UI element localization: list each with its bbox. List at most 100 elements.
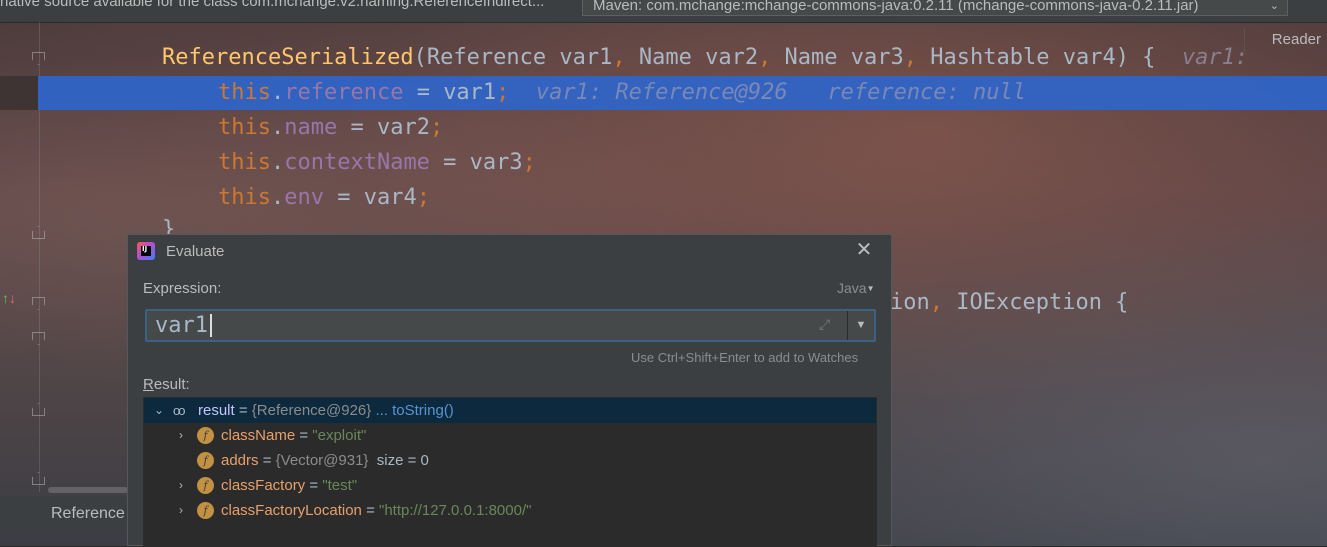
param: Name var3 bbox=[771, 45, 904, 70]
var-name: addrs bbox=[221, 452, 259, 469]
comma: , bbox=[758, 45, 772, 70]
chevron-right-icon[interactable]: › bbox=[174, 498, 188, 523]
tree-row[interactable]: › f classFactory = "test" bbox=[144, 473, 876, 498]
tree-row-content: addrs = {Vector@931} size = 0 bbox=[221, 448, 429, 473]
code-line-env: this.env = var4; bbox=[218, 185, 430, 210]
fold-icon[interactable] bbox=[32, 226, 45, 239]
result-label: Result: bbox=[143, 376, 190, 393]
object-ref: {Reference@926} bbox=[251, 402, 372, 419]
var-name: classFactory bbox=[221, 477, 306, 494]
evaluate-dialog: IJ Evaluate ✕ Expression: Java▼ ⤢ ▼ Use … bbox=[127, 234, 892, 547]
source-jar-select-value: Maven: com.mchange:mchange-commons-java:… bbox=[593, 0, 1199, 14]
fold-icon[interactable] bbox=[32, 52, 45, 65]
dialog-title-bar[interactable]: IJ Evaluate ✕ bbox=[128, 235, 891, 269]
code-line-constructor: ReferenceSerialized(Reference var1, Name… bbox=[162, 45, 1248, 70]
var-name: className bbox=[221, 427, 296, 444]
equals: = bbox=[361, 502, 380, 519]
inline-debug-hint: var1: bbox=[1181, 45, 1249, 70]
reader-mode-toggle[interactable]: Reader bbox=[1244, 28, 1327, 52]
field-name: env bbox=[284, 185, 324, 210]
string-value: "http://127.0.0.1:8000/" bbox=[379, 502, 532, 519]
object-ref: {Vector@931} bbox=[275, 452, 369, 469]
code-line-reference: this.reference = var1; var1: Reference@9… bbox=[218, 80, 1026, 105]
tree-row[interactable]: › f className = "exploit" bbox=[144, 423, 876, 448]
tree-row-result[interactable]: ⌄ oo result = {Reference@926} ... toStri… bbox=[144, 398, 876, 423]
expand-icon[interactable]: ⤢ bbox=[819, 317, 833, 331]
method-name: ReferenceSerialized bbox=[162, 45, 414, 70]
string-value: "test" bbox=[322, 477, 358, 494]
field-icon: f bbox=[197, 502, 214, 519]
semicolon: ; bbox=[496, 80, 510, 105]
fold-icon[interactable] bbox=[32, 332, 45, 345]
close-button[interactable]: ✕ bbox=[854, 240, 874, 260]
fold-icon[interactable] bbox=[32, 472, 45, 485]
expression-label: Expression: bbox=[143, 280, 222, 297]
code-line-name: this.name = var2; bbox=[218, 115, 443, 140]
param: Reference var1 bbox=[426, 45, 613, 70]
assignment: = var4 bbox=[323, 185, 417, 210]
var-name: classFactoryLocation bbox=[221, 502, 362, 519]
semicolon: ; bbox=[429, 115, 444, 140]
this-keyword: this bbox=[218, 80, 271, 105]
field-icon: f bbox=[197, 427, 214, 444]
comma: , bbox=[929, 290, 943, 315]
bottom-tab-reference[interactable]: Reference bbox=[0, 496, 128, 532]
chevron-right-icon[interactable]: › bbox=[174, 423, 188, 448]
semicolon: ; bbox=[522, 150, 536, 175]
code-line-context-name: this.contextName = var3; bbox=[218, 150, 536, 175]
this-keyword: this bbox=[218, 185, 271, 210]
equals: = bbox=[234, 402, 252, 419]
watch-glasses-icon: oo bbox=[173, 403, 186, 418]
tree-row-content: classFactoryLocation = "http://127.0.0.1… bbox=[221, 498, 531, 523]
var-name: result bbox=[198, 402, 235, 419]
param: Name var2 bbox=[625, 45, 759, 70]
result-tree[interactable]: ⌄ oo result = {Reference@926} ... toStri… bbox=[143, 397, 877, 547]
field-name: reference bbox=[284, 80, 404, 105]
assignment: = var1 bbox=[403, 80, 497, 105]
language-select[interactable]: Java▼ bbox=[837, 280, 875, 296]
semicolon: ; bbox=[416, 185, 430, 210]
comma: , bbox=[903, 45, 918, 70]
this-keyword: this bbox=[218, 115, 271, 140]
source-jar-select[interactable]: Maven: com.mchange:mchange-commons-java:… bbox=[582, 0, 1288, 16]
result-label-text: esult: bbox=[153, 376, 190, 393]
expression-field[interactable]: ⤢ ▼ bbox=[145, 309, 876, 342]
assignment: = var2 bbox=[337, 115, 430, 140]
equals: = bbox=[258, 452, 276, 469]
tostring-link[interactable]: ... toString() bbox=[371, 402, 453, 419]
history-dropdown-button[interactable]: ▼ bbox=[848, 311, 874, 340]
dot: . bbox=[270, 115, 285, 140]
tree-row[interactable]: › f classFactoryLocation = "http://127.0… bbox=[144, 498, 876, 523]
inline-debug-hint: var1: Reference@926 bbox=[535, 80, 788, 105]
inline-debug-hint: reference: null bbox=[827, 80, 1027, 105]
this-keyword: this bbox=[218, 150, 271, 175]
tree-row-content: className = "exploit" bbox=[221, 423, 366, 448]
dot: . bbox=[270, 80, 285, 105]
mnemonic-letter: R bbox=[143, 376, 154, 393]
tree-row-content: result = {Reference@926} ... toString() bbox=[198, 398, 454, 423]
override-marker-icon[interactable]: ↑↓ bbox=[2, 290, 16, 306]
text-caret bbox=[210, 314, 212, 337]
intellij-logo-icon: IJ bbox=[137, 242, 155, 260]
chevron-down-icon[interactable]: ⌄ bbox=[152, 398, 166, 423]
horizontal-scrollbar[interactable] bbox=[48, 487, 128, 493]
tree-row[interactable]: f addrs = {Vector@931} size = 0 bbox=[144, 448, 876, 473]
exception-fragment: ion bbox=[890, 290, 930, 315]
field-icon: f bbox=[197, 477, 214, 494]
chevron-right-icon[interactable]: › bbox=[174, 473, 188, 498]
language-value: Java bbox=[837, 280, 867, 296]
field-name: contextName bbox=[284, 150, 430, 175]
notice-text: native source available for the class co… bbox=[0, 0, 545, 10]
size-value: size = 0 bbox=[368, 452, 429, 469]
field-name: name bbox=[284, 115, 338, 140]
expression-input[interactable] bbox=[147, 311, 847, 340]
fold-icon[interactable] bbox=[32, 297, 45, 310]
assignment: = var3 bbox=[429, 150, 523, 175]
dialog-title: Evaluate bbox=[166, 243, 225, 260]
fold-icon[interactable] bbox=[32, 403, 45, 416]
string-value: "exploit" bbox=[312, 427, 367, 444]
gutter-current-line bbox=[0, 76, 38, 110]
decompiled-notice-bar: native source available for the class co… bbox=[0, 0, 1327, 23]
tree-row-content: classFactory = "test" bbox=[221, 473, 357, 498]
exception-name: IOException { bbox=[943, 290, 1129, 315]
